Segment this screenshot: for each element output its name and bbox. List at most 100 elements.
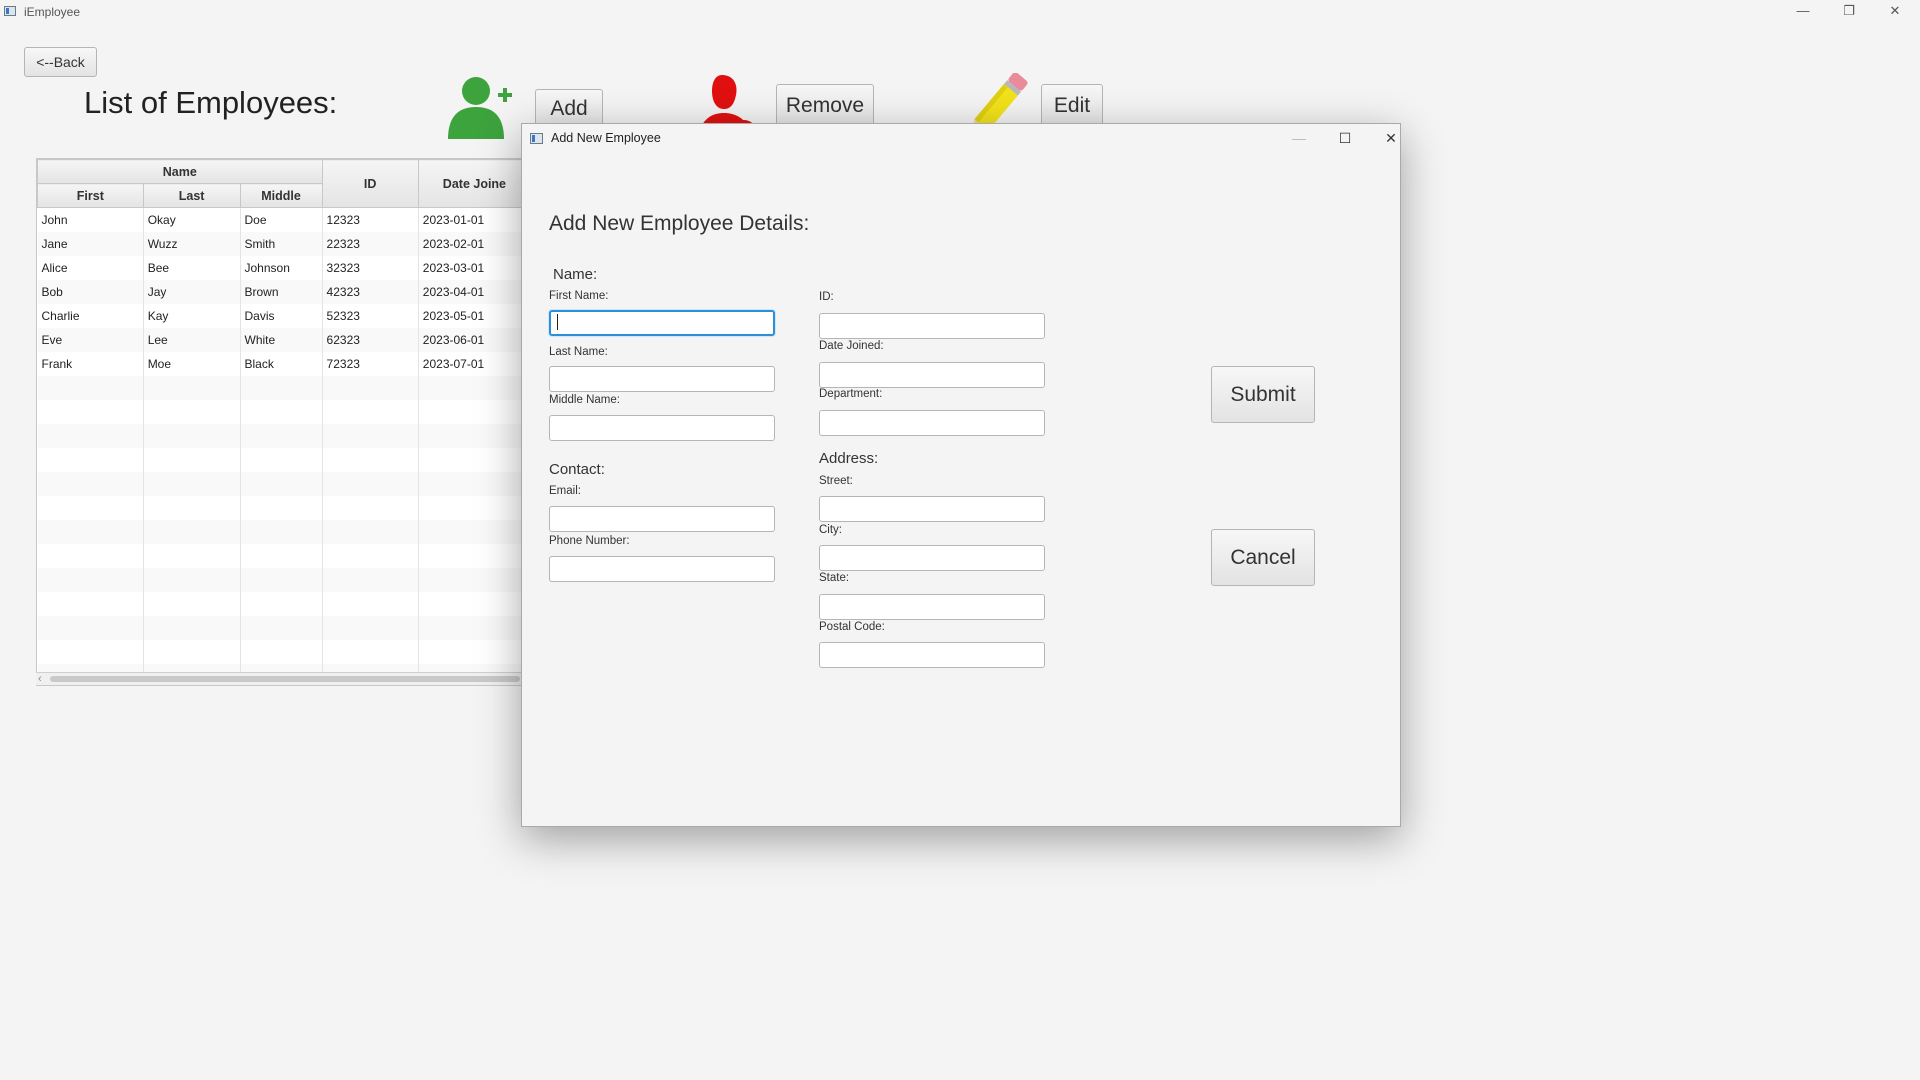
- phone-label: Phone Number:: [549, 535, 630, 547]
- table-row[interactable]: Charlie Kay Davis 52323 2023-05-01: [37, 304, 525, 328]
- close-icon[interactable]: ✕: [1872, 0, 1918, 22]
- id-label: ID:: [819, 291, 834, 303]
- remove-button[interactable]: Remove: [776, 84, 874, 128]
- cell-middle: Smith: [240, 232, 323, 256]
- cell-last: Jay: [143, 280, 241, 304]
- column-header-date[interactable]: Date Joine: [417, 159, 525, 208]
- street-label: Street:: [819, 475, 853, 487]
- cell-middle: Brown: [240, 280, 323, 304]
- cell-first: Alice: [37, 256, 144, 280]
- cell-date: 2023-02-01: [418, 232, 525, 256]
- column-header-id[interactable]: ID: [321, 159, 419, 208]
- name-section-label: Name:: [553, 266, 598, 283]
- cell-last: Kay: [143, 304, 241, 328]
- table-row[interactable]: Eve Lee White 62323 2023-06-01: [37, 328, 525, 352]
- state-field[interactable]: [819, 594, 1045, 620]
- department-label: Department:: [819, 388, 883, 400]
- address-section-label: Address:: [819, 450, 879, 467]
- restore-icon[interactable]: ❐: [1826, 0, 1872, 22]
- postal-code-field[interactable]: [819, 642, 1045, 668]
- table-row[interactable]: Frank Moe Black 72323 2023-07-01: [37, 352, 525, 376]
- window-titlebar: iEmployee — ❐ ✕: [0, 0, 1920, 24]
- cell-middle: Doe: [240, 207, 323, 232]
- edit-button[interactable]: Edit: [1041, 84, 1103, 128]
- cell-id: 12323: [322, 207, 419, 232]
- window-title: iEmployee: [24, 5, 81, 19]
- cell-date: 2023-03-01: [418, 256, 525, 280]
- empty-row: [37, 544, 525, 568]
- dialog-app-icon: [530, 133, 543, 144]
- table-row[interactable]: John Okay Doe 12323 2023-01-01: [37, 207, 525, 232]
- scroll-left-icon[interactable]: ‹: [38, 673, 42, 685]
- date-joined-field[interactable]: [819, 362, 1045, 388]
- empty-row: [37, 448, 525, 472]
- phone-field[interactable]: [549, 556, 775, 582]
- scrollbar-thumb[interactable]: [50, 676, 520, 682]
- column-group-name: Name: [37, 159, 323, 184]
- text-caret: [557, 314, 558, 330]
- first-name-label: First Name:: [549, 290, 609, 302]
- cell-date: 2023-07-01: [418, 352, 525, 376]
- email-field[interactable]: [549, 506, 775, 532]
- department-field[interactable]: [819, 410, 1045, 436]
- last-name-label: Last Name:: [549, 346, 608, 358]
- empty-row: [37, 640, 525, 664]
- cell-last: Moe: [143, 352, 241, 376]
- dialog-maximize-icon[interactable]: ☐: [1330, 128, 1360, 148]
- dialog-titlebar: Add New Employee — ☐ ✕: [522, 124, 1400, 152]
- cell-first: Frank: [37, 352, 144, 376]
- cell-middle: Davis: [240, 304, 323, 328]
- cell-first: John: [37, 207, 144, 232]
- back-button[interactable]: <--Back: [24, 47, 97, 77]
- cell-first: Jane: [37, 232, 144, 256]
- cell-id: 72323: [322, 352, 419, 376]
- table-row[interactable]: Alice Bee Johnson 32323 2023-03-01: [37, 256, 525, 280]
- dialog-close-icon[interactable]: ✕: [1376, 128, 1406, 148]
- dialog-minimize-icon[interactable]: —: [1284, 128, 1314, 148]
- empty-row: [37, 568, 525, 592]
- city-field[interactable]: [819, 545, 1045, 571]
- cell-last: Bee: [143, 256, 241, 280]
- cell-middle: Black: [240, 352, 323, 376]
- cell-date: 2023-06-01: [418, 328, 525, 352]
- cell-id: 42323: [322, 280, 419, 304]
- cell-middle: Johnson: [240, 256, 323, 280]
- postal-code-label: Postal Code:: [819, 621, 885, 633]
- column-header-last[interactable]: Last: [142, 183, 241, 208]
- column-header-first[interactable]: First: [37, 183, 144, 208]
- street-field[interactable]: [819, 496, 1045, 522]
- cell-id: 62323: [322, 328, 419, 352]
- first-name-field[interactable]: [549, 310, 775, 336]
- empty-row: [37, 424, 525, 448]
- cell-first: Eve: [37, 328, 144, 352]
- submit-button[interactable]: Submit: [1211, 366, 1315, 423]
- city-label: City:: [819, 524, 842, 536]
- cell-id: 22323: [322, 232, 419, 256]
- empty-row: [37, 472, 525, 496]
- middle-name-label: Middle Name:: [549, 394, 620, 406]
- table-row[interactable]: Bob Jay Brown 42323 2023-04-01: [37, 280, 525, 304]
- cell-first: Bob: [37, 280, 144, 304]
- cell-date: 2023-01-01: [418, 207, 525, 232]
- id-field[interactable]: [819, 313, 1045, 339]
- cancel-button[interactable]: Cancel: [1211, 529, 1315, 586]
- dialog-heading: Add New Employee Details:: [549, 212, 810, 235]
- table-horizontal-scrollbar[interactable]: ‹: [36, 672, 526, 685]
- column-header-middle[interactable]: Middle: [239, 183, 323, 208]
- cell-last: Okay: [143, 207, 241, 232]
- minimize-icon[interactable]: —: [1780, 0, 1826, 22]
- employee-table[interactable]: Name ID Date Joine First Last Middle Joh…: [36, 158, 526, 686]
- date-joined-label: Date Joined:: [819, 340, 884, 352]
- cell-last: Lee: [143, 328, 241, 352]
- table-row[interactable]: Jane Wuzz Smith 22323 2023-02-01: [37, 232, 525, 256]
- cell-id: 52323: [322, 304, 419, 328]
- cell-middle: White: [240, 328, 323, 352]
- add-user-icon[interactable]: [446, 73, 514, 139]
- empty-row: [37, 592, 525, 616]
- last-name-field[interactable]: [549, 366, 775, 392]
- cell-first: Charlie: [37, 304, 144, 328]
- app-icon: [4, 6, 16, 16]
- add-employee-dialog: Add New Employee — ☐ ✕ Add New Employee …: [521, 123, 1401, 827]
- empty-row: [37, 616, 525, 640]
- middle-name-field[interactable]: [549, 415, 775, 441]
